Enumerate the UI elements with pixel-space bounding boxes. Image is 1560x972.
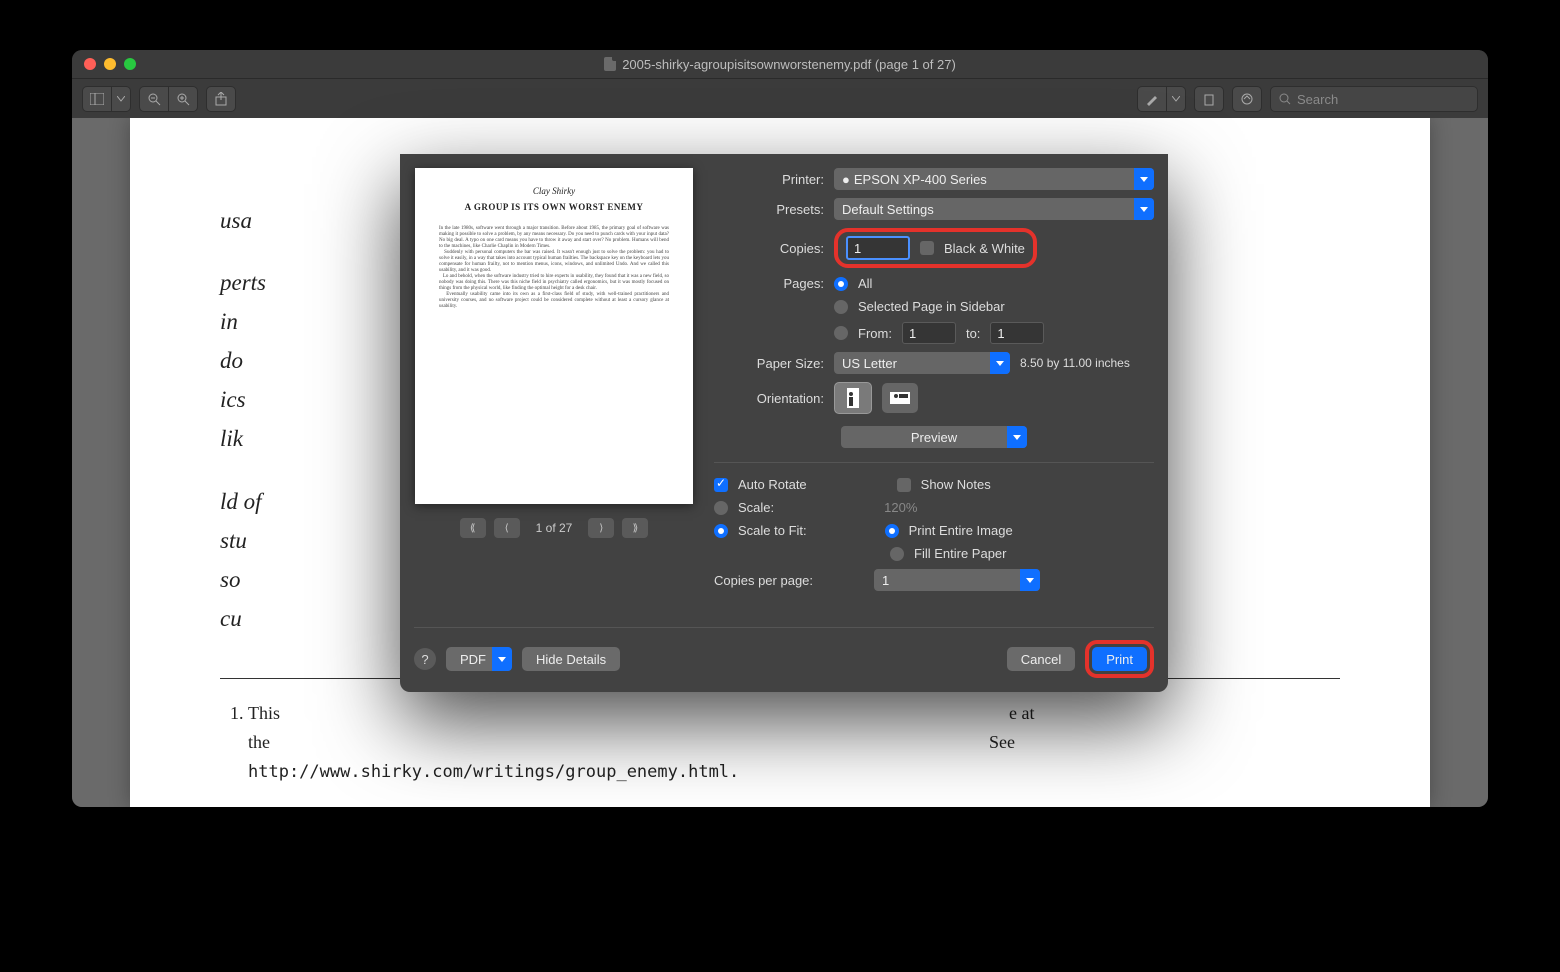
auto-rotate-checkbox[interactable] [714,478,728,492]
sidebar-toggle[interactable] [82,86,112,112]
presets-label: Presets: [714,202,824,217]
preview-last[interactable]: ⟫ [622,518,648,538]
orientation-label: Orientation: [714,391,824,406]
cancel-button[interactable]: Cancel [1007,647,1075,671]
copies-per-page-label: Copies per page: [714,573,864,588]
pages-from-radio[interactable] [834,326,848,340]
scale-label: Scale: [738,500,774,515]
copies-label: Copies: [714,241,824,256]
print-dialog: Clay Shirky A GROUP IS ITS OWN WORST ENE… [400,154,1168,692]
scale-radio[interactable] [714,501,728,515]
pages-from-label: From: [858,326,892,341]
toolbar: Search [72,79,1488,120]
search-input[interactable]: Search [1270,86,1478,112]
sidebar-icon [90,93,104,105]
preview-author: Clay Shirky [439,186,669,196]
preview-first[interactable]: ⟪ [460,518,486,538]
preview-prev[interactable]: ⟨ [494,518,520,538]
window-title: 2005-shirky-agroupisitsownworstenemy.pdf… [72,57,1488,72]
sidebar-menu[interactable] [112,86,131,112]
print-entire-radio[interactable] [885,524,899,538]
highlight-icon [1145,92,1159,106]
preview-page: Clay Shirky A GROUP IS ITS OWN WORST ENE… [415,168,693,504]
bw-label: Black & White [944,241,1025,256]
scale-fit-label: Scale to Fit: [738,523,807,538]
paper-dims: 8.50 by 11.00 inches [1020,356,1130,370]
print-preview: Clay Shirky A GROUP IS ITS OWN WORST ENE… [414,168,694,617]
pages-label: Pages: [714,276,824,291]
pages-to-label: to: [966,326,980,341]
print-entire-label: Print Entire Image [909,523,1013,538]
pdf-menu-button[interactable]: PDF [446,647,512,671]
zoom-out-button[interactable] [139,86,169,112]
footnote-url: http://www.shirky.com/writings/group_ene… [248,762,739,782]
chevron-down-icon [117,96,125,102]
hide-details-button[interactable]: Hide Details [522,647,620,671]
pages-all-label: All [858,276,872,291]
copies-input[interactable]: 1 [846,236,910,260]
pages-all-radio[interactable] [834,277,848,291]
highlight-button[interactable] [1137,86,1167,112]
help-button[interactable]: ? [414,648,436,670]
highlight-menu[interactable] [1167,86,1186,112]
scale-value: 120% [884,500,917,515]
fill-paper-label: Fill Entire Paper [914,546,1006,561]
app-window: 2005-shirky-agroupisitsownworstenemy.pdf… [72,50,1488,807]
zoom-in-button[interactable] [169,86,198,112]
paper-size-label: Paper Size: [714,356,824,371]
pages-selected-label: Selected Page in Sidebar [858,299,1005,314]
rotate-button[interactable] [1194,86,1224,112]
paper-size-select[interactable]: US Letter [834,352,1010,374]
show-notes-label: Show Notes [921,477,991,492]
show-notes-checkbox[interactable] [897,478,911,492]
print-highlight: Print [1085,640,1154,678]
copies-per-page-select[interactable]: 1 [874,569,1040,591]
pages-selected-radio[interactable] [834,300,848,314]
markup-icon [1240,92,1254,106]
printer-select[interactable]: ●EPSON XP-400 Series [834,168,1154,190]
orientation-portrait[interactable] [834,382,872,414]
pages-to-input[interactable]: 1 [990,322,1044,344]
section-select[interactable]: Preview [841,426,1027,448]
share-button[interactable] [206,86,236,112]
preview-title: A GROUP IS ITS OWN WORST ENEMY [439,202,669,212]
rotate-icon [1202,92,1216,106]
scale-fit-radio[interactable] [714,524,728,538]
presets-select[interactable]: Default Settings [834,198,1154,220]
search-icon [1279,93,1291,105]
auto-rotate-label: Auto Rotate [738,477,807,492]
preview-next[interactable]: ⟩ [588,518,614,538]
print-button[interactable]: Print [1092,647,1147,671]
titlebar: 2005-shirky-agroupisitsownworstenemy.pdf… [72,50,1488,79]
preview-page-label: 1 of 27 [528,521,581,535]
printer-label: Printer: [714,172,824,187]
footnote-item: This e at the See http://www.shirky.com/… [248,699,1340,786]
orientation-landscape[interactable] [882,383,918,413]
markup-button[interactable] [1232,86,1262,112]
copies-highlight: 1 Black & White [834,228,1037,268]
chevron-down-icon [1172,96,1180,102]
fill-paper-radio[interactable] [890,547,904,561]
bw-checkbox[interactable] [920,241,934,255]
zoom-in-icon [176,92,190,106]
zoom-out-icon [147,92,161,106]
pages-from-input[interactable]: 1 [902,322,956,344]
document-icon [604,57,616,71]
share-icon [215,92,227,106]
search-placeholder: Search [1297,92,1338,107]
